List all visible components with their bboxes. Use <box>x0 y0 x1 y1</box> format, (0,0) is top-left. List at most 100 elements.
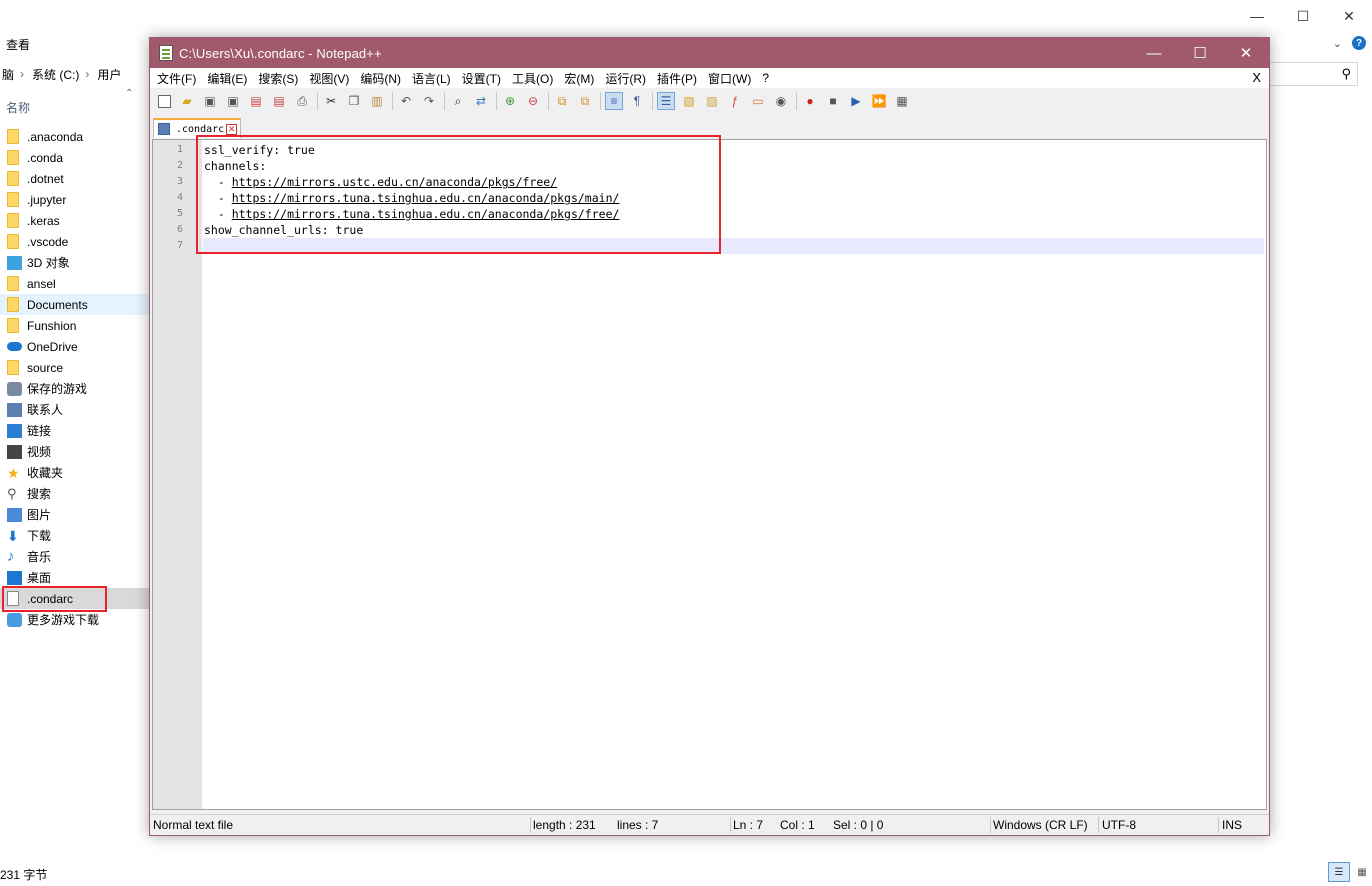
title-bar[interactable]: C:\Users\Xu\.condarc - Notepad++ — ☐ ✕ <box>150 38 1269 68</box>
record-macro-icon[interactable]: ● <box>801 92 819 110</box>
open-file-icon[interactable]: ▰ <box>178 92 196 110</box>
status-encoding[interactable]: UTF-8 <box>1102 818 1136 832</box>
menu-encoding[interactable]: 编码(N) <box>356 70 405 87</box>
breadcrumb-partial[interactable]: 脑 <box>2 66 14 83</box>
list-item[interactable]: 桌面 <box>0 567 150 588</box>
close-file-icon[interactable]: ▤ <box>247 92 265 110</box>
stop-macro-icon[interactable]: ■ <box>824 92 842 110</box>
save-icon[interactable]: ▣ <box>201 92 219 110</box>
list-item[interactable]: 联系人 <box>0 399 150 420</box>
zoom-in-icon[interactable]: ⊕ <box>501 92 519 110</box>
print-icon[interactable]: ⎙ <box>293 92 311 110</box>
find-icon[interactable]: ⌕ <box>449 92 467 110</box>
list-item[interactable]: .keras <box>0 210 150 231</box>
save-all-icon[interactable]: ▣ <box>224 92 242 110</box>
menu-help[interactable]: ? <box>758 71 773 85</box>
menu-tools[interactable]: 工具(O) <box>508 70 557 87</box>
sync-horizontal-icon[interactable]: ⧉ <box>576 92 594 110</box>
list-item[interactable]: 保存的游戏 <box>0 378 150 399</box>
tab-close-icon[interactable]: ✕ <box>226 123 238 135</box>
list-item[interactable]: 图片 <box>0 504 150 525</box>
status-mode[interactable]: INS <box>1222 818 1242 832</box>
show-all-characters-icon[interactable]: ¶ <box>628 92 646 110</box>
replace-icon[interactable]: ⇄ <box>472 92 490 110</box>
list-item-label: 链接 <box>27 424 52 438</box>
close-all-icon[interactable]: ▤ <box>270 92 288 110</box>
list-item[interactable]: .conda <box>0 147 150 168</box>
copy-icon[interactable]: ❐ <box>345 92 363 110</box>
menu-window[interactable]: 窗口(W) <box>704 70 755 87</box>
function-list-icon[interactable]: ƒ <box>726 92 744 110</box>
list-item-label: 图片 <box>27 508 52 522</box>
menu-macro[interactable]: 宏(M) <box>560 70 598 87</box>
list-item[interactable]: .anaconda <box>0 126 150 147</box>
sync-vertical-icon[interactable]: ⧉ <box>553 92 571 110</box>
menu-view[interactable]: 视图(V) <box>305 70 353 87</box>
breadcrumb-users[interactable]: 用户 <box>97 66 121 83</box>
name-column-header[interactable]: 名称 <box>6 99 30 116</box>
list-item[interactable]: ⚲ 搜索 <box>0 483 150 504</box>
redo-icon[interactable]: ↷ <box>420 92 438 110</box>
scrollbar[interactable] <box>1358 95 1372 855</box>
maximize-icon[interactable]: ☐ <box>1280 0 1326 32</box>
close-icon[interactable]: ✕ <box>1223 38 1269 68</box>
undo-icon[interactable]: ↶ <box>397 92 415 110</box>
saved-file-icon <box>158 123 170 135</box>
list-item[interactable]: 视频 <box>0 441 150 462</box>
ribbon-tab-view[interactable]: 查看 <box>6 36 30 53</box>
list-item[interactable]: .vscode <box>0 231 150 252</box>
document-map-icon[interactable]: ▨ <box>703 92 721 110</box>
folder-as-workspace-icon[interactable]: ▭ <box>749 92 767 110</box>
menu-run[interactable]: 运行(R) <box>601 70 650 87</box>
list-item[interactable]: .dotnet <box>0 168 150 189</box>
list-item[interactable]: .jupyter <box>0 189 150 210</box>
list-item-label: .vscode <box>27 234 69 249</box>
large-icons-view-icon[interactable]: ▦ <box>1352 862 1372 882</box>
line-number: 5 <box>176 208 183 219</box>
list-item[interactable]: Documents <box>0 294 150 315</box>
list-item[interactable]: ♪ 音乐 <box>0 546 150 567</box>
minimize-icon[interactable]: — <box>1234 0 1280 32</box>
list-item[interactable]: ansel <box>0 273 150 294</box>
maximize-icon[interactable]: ☐ <box>1177 38 1223 68</box>
play-macro-icon[interactable]: ▶ <box>847 92 865 110</box>
run-macro-multiple-icon[interactable]: ⏩ <box>870 92 888 110</box>
list-item[interactable]: ⬇ 下载 <box>0 525 150 546</box>
list-item[interactable]: Funshion <box>0 315 150 336</box>
list-item[interactable]: 更多游戏下载 <box>0 609 150 630</box>
list-item[interactable]: source <box>0 357 150 378</box>
word-wrap-icon[interactable]: ≡ <box>605 92 623 110</box>
breadcrumb-drive[interactable]: 系统 (C:) <box>32 66 79 83</box>
menu-language[interactable]: 语言(L) <box>408 70 455 87</box>
monitoring-eye-icon[interactable]: ◉ <box>772 92 790 110</box>
close-document-button[interactable]: X <box>1252 70 1261 85</box>
indent-guide-icon[interactable]: ☰ <box>657 92 675 110</box>
list-item-label: source <box>27 360 64 375</box>
status-eol[interactable]: Windows (CR LF) <box>993 818 1088 832</box>
list-item[interactable]: OneDrive <box>0 336 150 357</box>
help-icon[interactable]: ? <box>1352 36 1366 50</box>
list-item[interactable]: 链接 <box>0 420 150 441</box>
menu-search[interactable]: 搜索(S) <box>254 70 302 87</box>
status-text: 231 字节 <box>0 868 48 882</box>
list-item[interactable]: ★ 收藏夹 <box>0 462 150 483</box>
menu-settings[interactable]: 设置(T) <box>458 70 505 87</box>
new-file-icon[interactable] <box>155 92 173 110</box>
close-icon[interactable]: ✕ <box>1326 0 1372 32</box>
breadcrumb[interactable]: 脑 › 系统 (C:) › 用户 <box>0 62 150 86</box>
list-item[interactable]: 3D 对象 <box>0 252 150 273</box>
folder-icon <box>7 192 19 207</box>
details-view-icon[interactable]: ☰ <box>1328 862 1350 882</box>
menu-edit[interactable]: 编辑(E) <box>203 70 251 87</box>
save-macro-icon[interactable]: ▦ <box>893 92 911 110</box>
menu-plugins[interactable]: 插件(P) <box>653 70 701 87</box>
user-defined-language-icon[interactable]: ▧ <box>680 92 698 110</box>
search-box[interactable]: ⚲ <box>1270 62 1358 86</box>
cut-icon[interactable]: ✂ <box>322 92 340 110</box>
zoom-out-icon[interactable]: ⊖ <box>524 92 542 110</box>
menu-file[interactable]: 文件(F) <box>153 70 200 87</box>
minimize-icon[interactable]: — <box>1131 38 1177 68</box>
chevron-down-icon[interactable]: ⌄ <box>1333 37 1342 50</box>
paste-icon[interactable]: ▥ <box>368 92 386 110</box>
videos-icon <box>7 444 22 459</box>
